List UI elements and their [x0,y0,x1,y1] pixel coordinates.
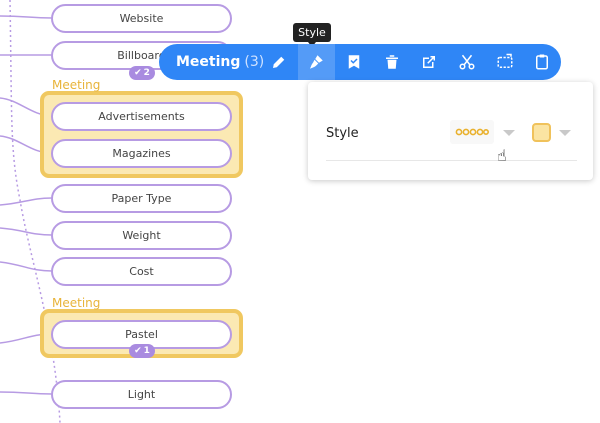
hand-cursor-icon: ☝ [497,146,507,165]
node-label: Weight [122,229,161,242]
node-label: Paper Type [111,192,172,205]
badge-count: 1 [143,346,150,356]
edit-button[interactable] [260,44,298,80]
check-badge[interactable]: ✔ 2 [129,66,155,80]
node-website[interactable]: Website [51,4,232,33]
node-label: Pastel [125,328,158,341]
node-paper-type[interactable]: Paper Type [51,184,232,213]
cut-button[interactable] [448,44,486,80]
external-link-icon [423,56,436,68]
pencil-icon [272,56,285,68]
node-cost[interactable]: Cost [51,257,232,286]
style-label: Style [326,126,359,141]
boundary-button[interactable] [486,44,524,80]
delete-button[interactable] [373,44,411,80]
check-icon: ✔ [134,346,142,356]
fill-color-swatch[interactable] [532,123,551,142]
node-label: Advertisements [98,110,185,123]
check-icon: ✔ [134,68,142,78]
trash-icon [385,55,398,69]
node-toolbar: Meeting (3) [159,44,561,80]
bookmark-button[interactable] [335,44,373,80]
open-link-button[interactable] [411,44,449,80]
divider [326,160,577,161]
clipboard-icon [536,54,549,70]
style-panel: Style [308,82,593,180]
scissors-icon [459,54,475,70]
node-label: Website [119,12,164,25]
brush-icon [310,55,324,69]
tooltip: Style [293,23,331,47]
paste-button[interactable] [523,44,561,80]
dotted-border-icon [455,128,489,136]
node-label: Cost [129,265,154,278]
check-badge[interactable]: ✔ 1 [129,344,155,358]
group-label: Meeting [52,296,101,310]
bookmark-check-icon [348,55,360,69]
badge-count: 2 [143,68,150,78]
dashed-box-icon [497,53,513,68]
node-weight[interactable]: Weight [51,221,232,250]
style-button[interactable] [297,44,336,80]
chevron-down-icon[interactable] [559,130,571,136]
border-style-picker[interactable] [450,120,494,144]
toolbar-title-text: Meeting [176,54,241,70]
toolbar-title: Meeting (3) [176,54,264,70]
node-magazines[interactable]: Magazines [51,139,232,168]
node-light[interactable]: Light [51,380,232,409]
node-label: Magazines [112,147,171,160]
chevron-down-icon[interactable] [503,130,515,136]
group-label: Meeting [52,78,101,92]
node-label: Light [127,388,156,401]
node-advertisements[interactable]: Advertisements [51,102,232,131]
